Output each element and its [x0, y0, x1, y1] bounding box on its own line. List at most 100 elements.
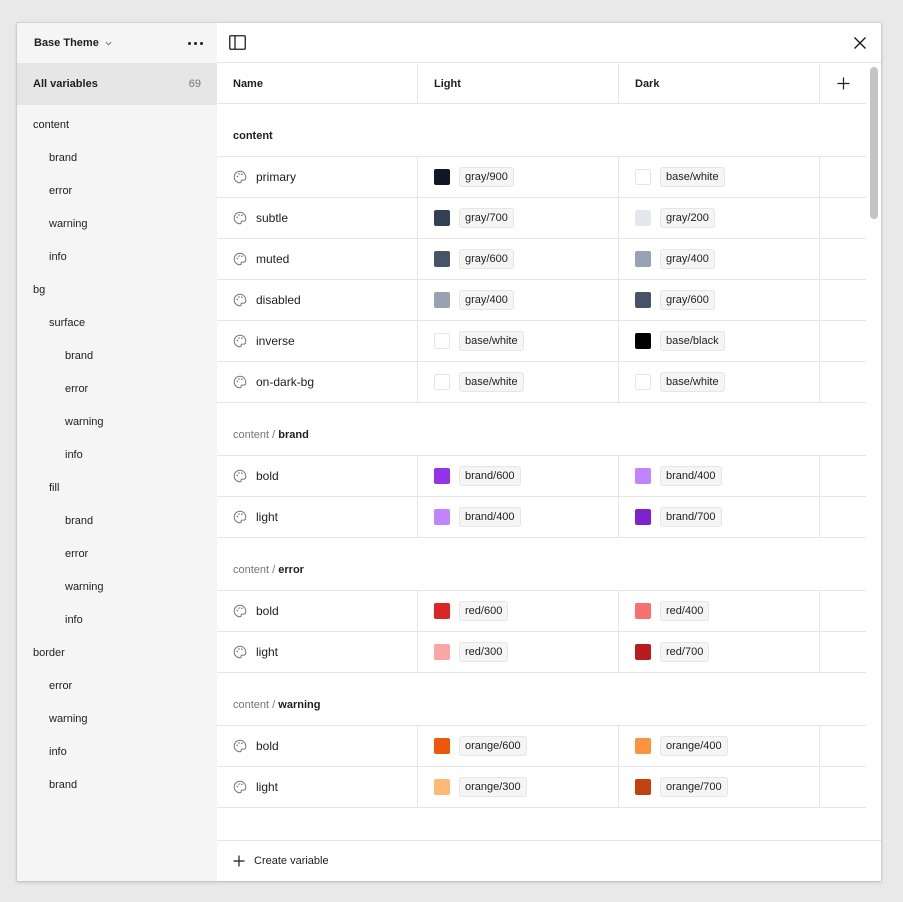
- sidebar-group-item[interactable]: brand: [17, 504, 217, 537]
- more-dots-icon[interactable]: [186, 33, 205, 53]
- sidebar-group-item[interactable]: content: [17, 108, 217, 141]
- sidebar-group-item[interactable]: info: [17, 603, 217, 636]
- variable-row[interactable]: light red/300 red/700: [217, 632, 866, 673]
- alias-chip[interactable]: base/white: [660, 372, 725, 392]
- light-value-cell[interactable]: gray/400: [418, 280, 619, 320]
- sidebar-group-item[interactable]: surface: [17, 306, 217, 339]
- sidebar-group-item[interactable]: info: [17, 735, 217, 768]
- alias-chip[interactable]: red/400: [660, 601, 710, 621]
- alias-chip[interactable]: red/600: [459, 601, 509, 621]
- sidebar-group-item[interactable]: border: [17, 636, 217, 669]
- alias-chip[interactable]: brand/400: [660, 466, 722, 486]
- alias-chip[interactable]: red/300: [459, 642, 509, 662]
- light-value-cell[interactable]: gray/700: [418, 198, 619, 238]
- column-header-light[interactable]: Light: [418, 64, 619, 103]
- dark-value-cell[interactable]: orange/700: [619, 767, 820, 807]
- dark-value-cell[interactable]: brand/400: [619, 456, 820, 496]
- sidebar-group-item[interactable]: brand: [17, 141, 217, 174]
- scrollbar[interactable]: [870, 67, 878, 839]
- light-value-cell[interactable]: base/white: [418, 362, 619, 402]
- variable-name-cell[interactable]: light: [217, 497, 418, 537]
- sidebar-group-item[interactable]: brand: [17, 768, 217, 801]
- variable-name-cell[interactable]: primary: [217, 157, 418, 197]
- sidebar-group-item[interactable]: brand: [17, 339, 217, 372]
- variable-name-cell[interactable]: bold: [217, 726, 418, 766]
- variable-name-cell[interactable]: disabled: [217, 280, 418, 320]
- alias-chip[interactable]: orange/300: [459, 777, 527, 797]
- sidebar-group-item[interactable]: error: [17, 537, 217, 570]
- alias-chip[interactable]: red/700: [660, 642, 710, 662]
- light-value-cell[interactable]: gray/900: [418, 157, 619, 197]
- variable-row[interactable]: light orange/300 orange/700: [217, 767, 866, 808]
- dark-value-cell[interactable]: red/700: [619, 632, 820, 672]
- create-variable-button[interactable]: Create variable: [217, 840, 881, 881]
- light-value-cell[interactable]: brand/600: [418, 456, 619, 496]
- sidebar-group-item[interactable]: error: [17, 669, 217, 702]
- alias-chip[interactable]: base/black: [660, 331, 725, 351]
- collection-switcher[interactable]: Base Theme: [34, 37, 113, 49]
- light-value-cell[interactable]: base/white: [418, 321, 619, 361]
- sidebar-toggle-icon[interactable]: [228, 34, 246, 52]
- alias-chip[interactable]: gray/600: [660, 290, 715, 310]
- sidebar-group-item[interactable]: error: [17, 372, 217, 405]
- variable-row[interactable]: inverse base/white base/black: [217, 321, 866, 362]
- sidebar-group-item[interactable]: fill: [17, 471, 217, 504]
- variable-name-cell[interactable]: light: [217, 632, 418, 672]
- dark-value-cell[interactable]: base/white: [619, 157, 820, 197]
- close-icon[interactable]: [851, 34, 869, 52]
- dark-value-cell[interactable]: orange/400: [619, 726, 820, 766]
- variable-name-cell[interactable]: bold: [217, 591, 418, 631]
- dark-value-cell[interactable]: base/white: [619, 362, 820, 402]
- variable-row[interactable]: light brand/400 brand/700: [217, 497, 866, 538]
- sidebar-group-item[interactable]: warning: [17, 570, 217, 603]
- light-value-cell[interactable]: gray/600: [418, 239, 619, 279]
- alias-chip[interactable]: orange/700: [660, 777, 728, 797]
- alias-chip[interactable]: brand/400: [459, 507, 521, 527]
- light-value-cell[interactable]: red/600: [418, 591, 619, 631]
- alias-chip[interactable]: brand/600: [459, 466, 521, 486]
- alias-chip[interactable]: gray/400: [459, 290, 514, 310]
- variable-name-cell[interactable]: light: [217, 767, 418, 807]
- light-value-cell[interactable]: red/300: [418, 632, 619, 672]
- alias-chip[interactable]: gray/900: [459, 167, 514, 187]
- variable-row[interactable]: subtle gray/700 gray/200: [217, 198, 866, 239]
- alias-chip[interactable]: base/white: [660, 167, 725, 187]
- light-value-cell[interactable]: brand/400: [418, 497, 619, 537]
- alias-chip[interactable]: gray/700: [459, 208, 514, 228]
- variable-row[interactable]: muted gray/600 gray/400: [217, 239, 866, 280]
- dark-value-cell[interactable]: gray/600: [619, 280, 820, 320]
- variable-name-cell[interactable]: on-dark-bg: [217, 362, 418, 402]
- sidebar-group-item[interactable]: warning: [17, 207, 217, 240]
- dark-value-cell[interactable]: gray/200: [619, 198, 820, 238]
- alias-chip[interactable]: brand/700: [660, 507, 722, 527]
- dark-value-cell[interactable]: brand/700: [619, 497, 820, 537]
- variable-name-cell[interactable]: bold: [217, 456, 418, 496]
- light-value-cell[interactable]: orange/300: [418, 767, 619, 807]
- variable-row[interactable]: bold orange/600 orange/400: [217, 726, 866, 767]
- sidebar-group-item[interactable]: warning: [17, 405, 217, 438]
- variable-row[interactable]: bold brand/600 brand/400: [217, 456, 866, 497]
- alias-chip[interactable]: base/white: [459, 372, 524, 392]
- alias-chip[interactable]: gray/400: [660, 249, 715, 269]
- alias-chip[interactable]: gray/600: [459, 249, 514, 269]
- column-header-dark[interactable]: Dark: [619, 64, 820, 103]
- sidebar-item-all-variables[interactable]: All variables 69: [17, 63, 217, 105]
- scrollbar-thumb[interactable]: [870, 67, 878, 219]
- dark-value-cell[interactable]: gray/400: [619, 239, 820, 279]
- light-value-cell[interactable]: orange/600: [418, 726, 619, 766]
- dark-value-cell[interactable]: base/black: [619, 321, 820, 361]
- variable-name-cell[interactable]: inverse: [217, 321, 418, 361]
- alias-chip[interactable]: orange/600: [459, 736, 527, 756]
- sidebar-group-item[interactable]: error: [17, 174, 217, 207]
- variable-name-cell[interactable]: subtle: [217, 198, 418, 238]
- sidebar-group-item[interactable]: info: [17, 240, 217, 273]
- variable-name-cell[interactable]: muted: [217, 239, 418, 279]
- sidebar-group-item[interactable]: info: [17, 438, 217, 471]
- variable-row[interactable]: disabled gray/400 gray/600: [217, 280, 866, 321]
- alias-chip[interactable]: base/white: [459, 331, 524, 351]
- variable-row[interactable]: on-dark-bg base/white base/white: [217, 362, 866, 403]
- variable-row[interactable]: primary gray/900 base/white: [217, 157, 866, 198]
- alias-chip[interactable]: gray/200: [660, 208, 715, 228]
- add-mode-button[interactable]: [820, 64, 866, 103]
- sidebar-group-item[interactable]: bg: [17, 273, 217, 306]
